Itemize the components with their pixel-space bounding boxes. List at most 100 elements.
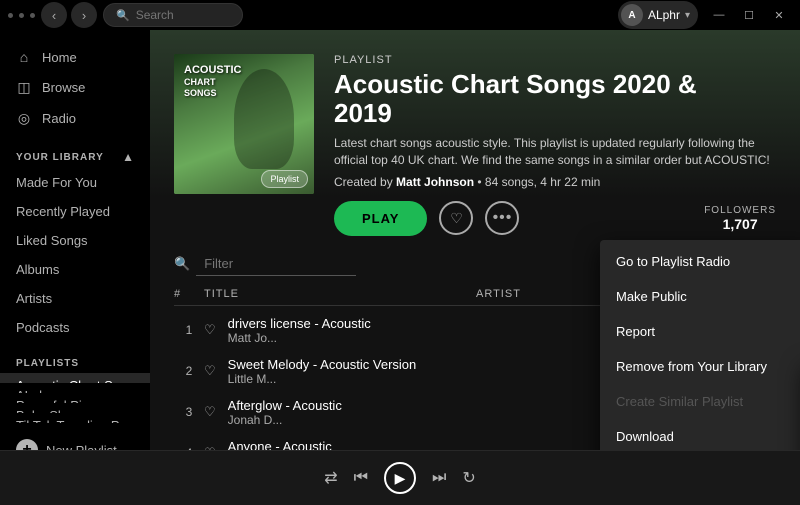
context-menu-item-goto-radio[interactable]: Go to Playlist Radio (600, 244, 800, 279)
playlist-info: PLAYLIST Acoustic Chart Songs 2020 & 201… (334, 54, 776, 236)
sidebar-playlist-acoustic-chart[interactable]: Acoustic Chart So... (0, 373, 150, 383)
play-pause-button[interactable]: ▶ (384, 462, 416, 494)
radio-icon: ◎ (16, 110, 32, 127)
album-art-image: ACOUSTICCHARTSONGS Playlist (174, 54, 314, 194)
playlist-title: Acoustic Chart Songs 2020 & 2019 (334, 70, 776, 127)
followers-badge: FOLLOWERS 1,707 (704, 205, 776, 232)
sidebar-playlist-alphr[interactable]: ALphr (0, 383, 150, 393)
library-header: YOUR LIBRARY ▲ (0, 146, 150, 168)
username: ALphr (648, 8, 680, 22)
sidebar-item-label: Podcasts (16, 320, 69, 335)
context-menu-item-download[interactable]: Download (600, 419, 800, 450)
maximize-button[interactable]: ☐ (736, 5, 762, 25)
track-heart-icon[interactable]: ♡ (204, 363, 216, 379)
followers-label: FOLLOWERS (704, 205, 776, 216)
download-label: Download (616, 429, 674, 444)
sidebar-playlist-baby-sleep[interactable]: Baby Sleep (0, 403, 150, 413)
main-content: ACOUSTICCHARTSONGS Playlist PLAYLIST Aco… (150, 30, 800, 450)
track-heart-icon[interactable]: ♡ (204, 322, 216, 338)
track-number: 2 (174, 364, 204, 378)
album-art-text: ACOUSTICCHARTSONGS (184, 64, 241, 99)
more-options-button[interactable]: ••• (485, 201, 519, 235)
sidebar-item-made-for-you[interactable]: Made For You (0, 168, 150, 197)
filter-input[interactable] (196, 252, 356, 276)
new-playlist-button[interactable]: + New Playlist (0, 431, 150, 450)
track-title: Sweet Melody - Acoustic Version (228, 357, 417, 372)
track-title: drivers license - Acoustic (228, 316, 371, 331)
remove-library-label: Remove from Your Library (616, 359, 767, 374)
filter-icon: 🔍 (174, 256, 190, 272)
track-title: Afterglow - Acoustic (228, 398, 342, 413)
make-public-label: Make Public (616, 289, 687, 304)
home-icon: ⌂ (16, 49, 32, 65)
track-title-cell: ♡ Sweet Melody - Acoustic VersionLittle … (204, 357, 476, 386)
album-art: ACOUSTICCHARTSONGS Playlist (174, 54, 314, 194)
next-button[interactable]: ⏭ (432, 469, 446, 487)
track-title-cell: ♡ Afterglow - AcousticJonah D... (204, 398, 476, 427)
previous-button[interactable]: ⏮ (354, 469, 368, 487)
sidebar-item-label: Home (42, 50, 77, 65)
track-number: 3 (174, 405, 204, 419)
title-bar-right: A ALphr ▾ — ☐ ✕ (618, 1, 792, 29)
context-menu-item-make-public[interactable]: Make Public (600, 279, 800, 314)
close-button[interactable]: ✕ (766, 5, 792, 25)
dot2 (19, 13, 24, 18)
forward-button[interactable]: › (71, 2, 97, 28)
sidebar-item-home[interactable]: ⌂ Home (0, 42, 150, 72)
sidebar-item-artists[interactable]: Artists (0, 284, 150, 313)
playlist-actions: PLAY ♡ ••• FOLLOWERS 1,707 (334, 201, 776, 236)
sidebar-item-liked-songs[interactable]: Liked Songs (0, 226, 150, 255)
sidebar-playlist-peaceful-piano[interactable]: Peaceful Piano (0, 393, 150, 403)
plus-icon: + (16, 439, 38, 450)
sidebar-item-browse[interactable]: ◫ Browse (0, 72, 150, 103)
playlists-section-title: PLAYLISTS (0, 350, 150, 373)
dot1 (8, 13, 13, 18)
back-button[interactable]: ‹ (41, 2, 67, 28)
create-similar-label: Create Similar Playlist (616, 394, 743, 409)
playlist-creator-link[interactable]: Matt Johnson (396, 175, 474, 189)
track-heart-icon[interactable]: ♡ (204, 404, 216, 420)
track-artist: Little M... (228, 372, 417, 386)
followers-count: 1,707 (704, 216, 776, 232)
sidebar-item-radio[interactable]: ◎ Radio (0, 103, 150, 134)
sidebar-item-podcasts[interactable]: Podcasts (0, 313, 150, 342)
context-menu-item-report[interactable]: Report (600, 314, 800, 349)
sidebar-item-label: Albums (16, 262, 59, 277)
search-input[interactable] (136, 8, 230, 22)
shuffle-button[interactable]: ⇄ (324, 468, 337, 488)
playlist-overlay-button[interactable]: Playlist (261, 170, 308, 188)
sidebar: ⌂ Home ◫ Browse ◎ Radio YOUR LIBRARY ▲ M… (0, 30, 150, 450)
sidebar-item-albums[interactable]: Albums (0, 255, 150, 284)
play-button[interactable]: PLAY (334, 201, 427, 236)
playlist-type-label: PLAYLIST (334, 54, 776, 66)
track-number: 1 (174, 323, 204, 337)
playlist-stats: 84 songs, 4 hr 22 min (485, 175, 600, 189)
minimize-button[interactable]: — (706, 5, 732, 25)
sidebar-nav: ⌂ Home ◫ Browse ◎ Radio (0, 38, 150, 138)
sidebar-item-label: Made For You (16, 175, 97, 190)
heart-button[interactable]: ♡ (439, 201, 473, 235)
playlist-meta: Created by Matt Johnson • 84 songs, 4 hr… (334, 175, 776, 189)
search-bar[interactable]: 🔍 (103, 3, 243, 27)
main-layout: ⌂ Home ◫ Browse ◎ Radio YOUR LIBRARY ▲ M… (0, 30, 800, 450)
sidebar-playlist-tiktok[interactable]: TikTok Trending Ph... (0, 413, 150, 423)
track-artist: Jonah D... (228, 413, 342, 427)
track-heart-icon[interactable]: ♡ (204, 445, 216, 450)
goto-radio-label: Go to Playlist Radio (616, 254, 730, 269)
playlist-header: ACOUSTICCHARTSONGS Playlist PLAYLIST Aco… (150, 30, 800, 252)
library-collapse-button[interactable]: ▲ (122, 150, 134, 164)
context-menu: Go to Playlist Radio Make Public Report … (600, 240, 800, 450)
report-label: Report (616, 324, 655, 339)
playlist-description: Latest chart songs acoustic style. This … (334, 135, 776, 169)
user-menu[interactable]: A ALphr ▾ (618, 1, 698, 29)
nav-buttons: ‹ › (41, 2, 97, 28)
player-controls: ⇄ ⏮ ▶ ⏭ ↻ (272, 462, 528, 494)
sidebar-item-label: Liked Songs (16, 233, 88, 248)
track-artist: Matt Jo... (228, 331, 371, 345)
repeat-button[interactable]: ↻ (462, 468, 475, 488)
col-title: TITLE (204, 288, 476, 301)
library-title: YOUR LIBRARY (16, 152, 104, 163)
sidebar-item-recently-played[interactable]: Recently Played (0, 197, 150, 226)
window-controls: — ☐ ✕ (706, 5, 792, 25)
context-menu-item-remove-library[interactable]: Remove from Your Library (600, 349, 800, 384)
